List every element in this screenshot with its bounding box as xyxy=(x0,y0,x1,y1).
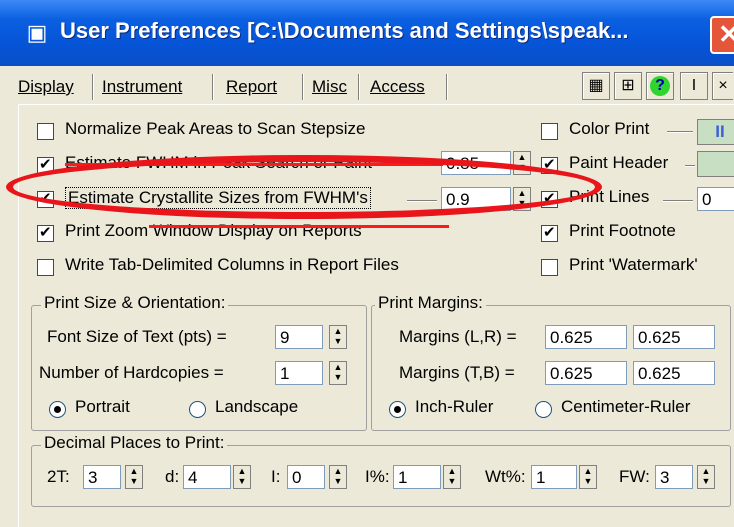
hardcopies-field[interactable]: 1 xyxy=(275,361,323,385)
cursor-icon[interactable]: × xyxy=(712,72,733,100)
decimal-ipct-label: I%: xyxy=(365,467,390,486)
decimal-i-spinner[interactable]: ▲ ▼ xyxy=(329,465,347,489)
decimal-d-field[interactable]: 4 xyxy=(183,465,231,489)
help-icon[interactable]: ? xyxy=(646,72,674,100)
tab-separator xyxy=(358,74,360,100)
decimal-wtpct-label: Wt%: xyxy=(485,467,526,486)
table-icon[interactable]: ⊞ xyxy=(614,72,642,100)
hardcopies-spinner[interactable]: ▲ ▼ xyxy=(329,361,347,385)
font-size-field[interactable]: 9 xyxy=(275,325,323,349)
decimal-i-field[interactable]: 0 xyxy=(287,465,325,489)
decimal-2t-spinner[interactable]: ▲ ▼ xyxy=(125,465,143,489)
font-size-spinner[interactable]: ▲ ▼ xyxy=(329,325,347,349)
tab-separator xyxy=(446,74,448,100)
tab-delimited-checkbox[interactable] xyxy=(37,259,54,276)
cm-ruler-label: Centimeter-Ruler xyxy=(561,397,691,416)
color-print-label: Color Print xyxy=(569,119,650,138)
decimal-2t-label: 2T: xyxy=(47,467,70,486)
paint-header-label: Paint Header xyxy=(569,153,669,172)
margins-tb-label: Margins (T,B) = xyxy=(399,363,515,382)
portrait-label: Portrait xyxy=(75,397,130,416)
watermark-label: Print 'Watermark' xyxy=(569,255,698,274)
print-lines-field[interactable]: 0 xyxy=(697,187,734,211)
tab-misc[interactable]: Misc xyxy=(312,74,347,100)
decimal-fw-field[interactable]: 3 xyxy=(655,465,693,489)
inch-ruler-radio[interactable] xyxy=(389,401,406,418)
header-color-swatch[interactable] xyxy=(697,151,734,177)
decimal-fw-spinner[interactable]: ▲ ▼ xyxy=(697,465,715,489)
decimal-wtpct-field[interactable]: 1 xyxy=(531,465,577,489)
margin-bottom-field[interactable]: 0.625 xyxy=(633,361,715,385)
zoom-window-label: Print Zoom Window Display on Reports xyxy=(65,221,362,240)
zoom-window-checkbox[interactable] xyxy=(37,223,54,242)
color-swatch[interactable]: II xyxy=(697,119,734,145)
margin-left-field[interactable]: 0.625 xyxy=(545,325,627,349)
landscape-label: Landscape xyxy=(215,397,299,416)
tab-separator xyxy=(212,74,214,100)
decimal-fw-label: FW: xyxy=(619,467,650,486)
strike-line xyxy=(149,225,449,228)
tab-report[interactable]: Report xyxy=(222,72,282,102)
size-orientation-title: Print Size & Orientation: xyxy=(41,293,229,313)
color-print-checkbox[interactable] xyxy=(541,123,558,140)
margins-lr-label: Margins (L,R) = xyxy=(399,327,517,346)
tab-delimited-label: Write Tab-Delimited Columns in Report Fi… xyxy=(65,255,399,274)
margins-title: Print Margins: xyxy=(375,293,486,313)
normalize-checkbox[interactable] xyxy=(37,123,54,140)
tab-separator xyxy=(302,74,304,100)
margin-right-field[interactable]: 0.625 xyxy=(633,325,715,349)
decimal-i-label: I: xyxy=(271,467,281,486)
grid-icon[interactable]: ▦ xyxy=(582,72,610,100)
decimal-wtpct-spinner[interactable]: ▲ ▼ xyxy=(579,465,597,489)
decimals-title: Decimal Places to Print: xyxy=(41,433,228,453)
normalize-label: Normalize Peak Areas to Scan Stepsize xyxy=(65,119,366,138)
tab-instrument[interactable]: Instrument xyxy=(102,74,182,100)
info-button[interactable]: I xyxy=(680,72,708,100)
decimal-ipct-spinner[interactable]: ▲ ▼ xyxy=(443,465,461,489)
footnote-checkbox[interactable] xyxy=(541,223,558,242)
annotation-oval xyxy=(6,155,602,219)
title-bar: ▣ User Preferences [C:\Documents and Set… xyxy=(0,0,734,66)
hardcopies-label: Number of Hardcopies = xyxy=(39,363,224,382)
connector-line xyxy=(663,200,693,202)
inch-ruler-label: Inch-Ruler xyxy=(415,397,494,416)
app-icon: ▣ xyxy=(26,20,48,45)
font-size-label: Font Size of Text (pts) = xyxy=(47,327,227,346)
window-title: User Preferences [C:\Documents and Setti… xyxy=(60,18,629,43)
decimal-d-spinner[interactable]: ▲ ▼ xyxy=(233,465,251,489)
tab-access[interactable]: Access xyxy=(370,74,425,100)
connector-line xyxy=(667,131,693,133)
tab-separator xyxy=(92,74,94,100)
portrait-radio[interactable] xyxy=(49,401,66,418)
decimal-ipct-field[interactable]: 1 xyxy=(393,465,441,489)
watermark-checkbox[interactable] xyxy=(541,259,558,276)
cm-ruler-radio[interactable] xyxy=(535,401,552,418)
landscape-radio[interactable] xyxy=(189,401,206,418)
tab-display[interactable]: Display xyxy=(18,74,74,100)
footnote-label: Print Footnote xyxy=(569,221,676,240)
connector-line xyxy=(685,165,695,167)
close-button[interactable]: ✕ xyxy=(710,16,734,54)
decimal-d-label: d: xyxy=(165,467,180,486)
decimal-2t-field[interactable]: 3 xyxy=(83,465,121,489)
margin-top-field[interactable]: 0.625 xyxy=(545,361,627,385)
